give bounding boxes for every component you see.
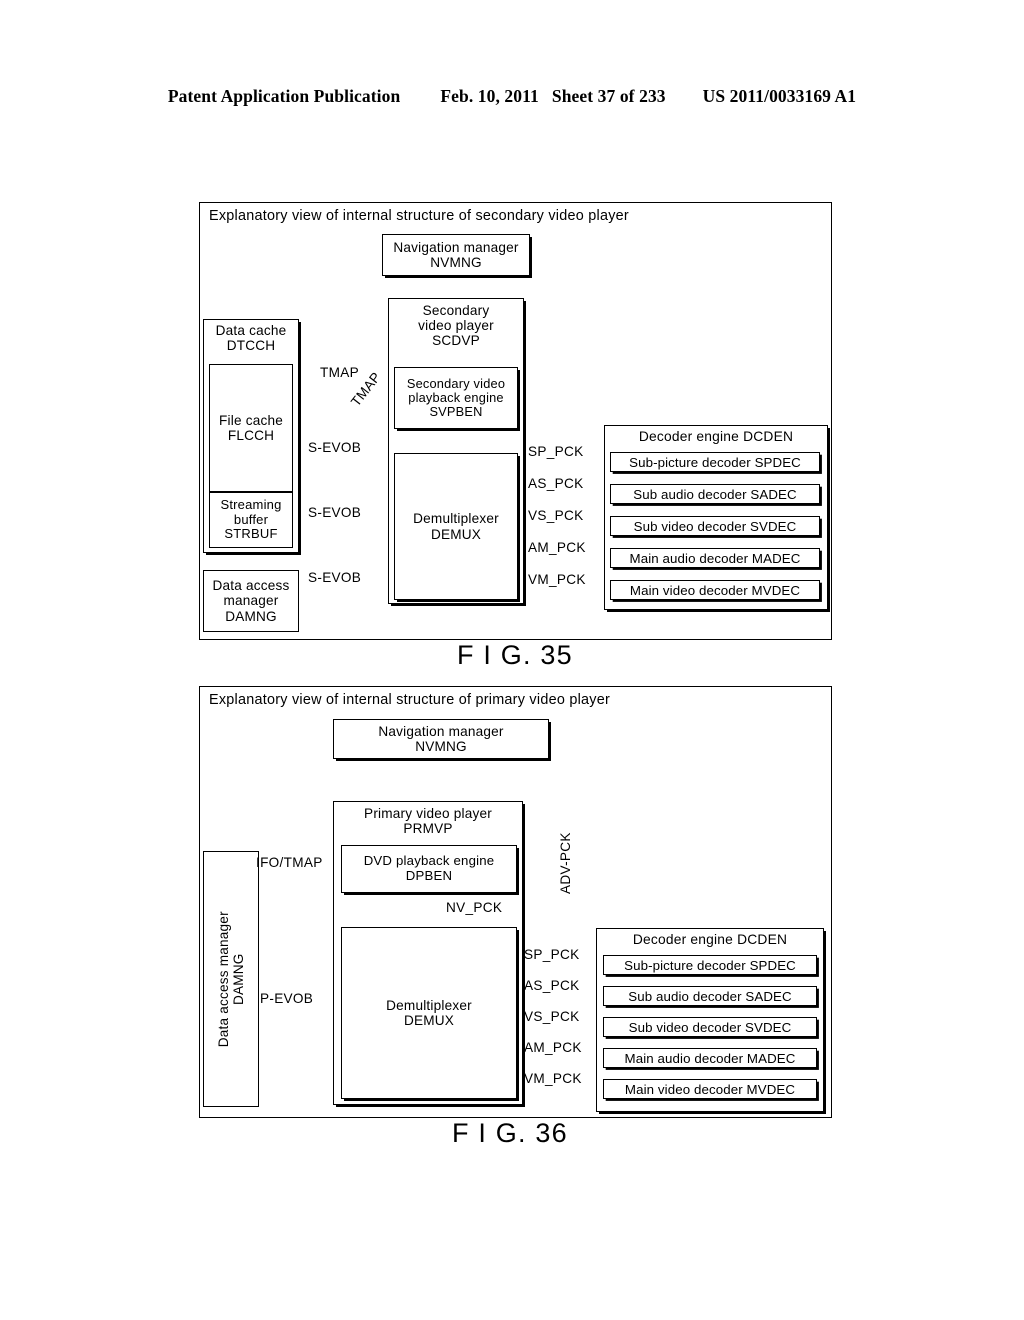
fig35-label-sevob-2: S-EVOB <box>308 505 362 520</box>
header-sheet: Sheet 37 of 233 <box>551 86 666 106</box>
fig35-packet-label: VM_PCK <box>528 572 586 587</box>
fig35-damng-line1: Data access <box>212 578 290 594</box>
fig36-dpben-line1: DVD playback engine <box>363 853 495 869</box>
fig36-demux-line2: DEMUX <box>403 1013 455 1028</box>
fig36-packet-label: AS_PCK <box>524 978 580 993</box>
fig35-scdvp-line2: video player <box>418 318 494 334</box>
fig35-strbuf-line1: Streaming <box>220 497 282 513</box>
figure-35-title: Explanatory view of internal structure o… <box>209 208 629 224</box>
fig35-streaming-buffer-block: Streaming buffer STRBUF <box>209 492 293 548</box>
patent-header: Patent Application Publication Feb. 10, … <box>0 86 1024 112</box>
fig36-prmvp-line2: PRMVP <box>403 821 453 837</box>
fig35-demux-line2: DEMUX <box>430 526 482 542</box>
fig35-scdvp-line1: Secondary <box>422 303 490 318</box>
fig35-packet-label: VS_PCK <box>528 508 584 523</box>
fig36-navigation-manager-block: Navigation manager NVMNG <box>333 719 549 759</box>
figure-36-caption: F I G. 36 <box>452 1118 568 1148</box>
fig36-dpben-line2: DPBEN <box>405 868 453 883</box>
fig36-decoder-row: Sub audio decoder SADEC <box>603 986 817 1006</box>
fig35-decoder-row: Main audio decoder MADEC <box>610 548 820 568</box>
fig35-strbuf-line3: STRBUF <box>224 526 278 542</box>
fig36-packet-label: SP_PCK <box>524 947 580 962</box>
fig35-svpben-line2: playback engine <box>408 389 504 405</box>
fig35-damng-line2: manager <box>223 593 279 609</box>
fig35-decoder-label: Sub video decoder SVDEC <box>633 518 797 534</box>
fig35-decoder-label: Sub-picture decoder SPDEC <box>629 454 801 470</box>
fig36-decoder-label: Sub-picture decoder SPDEC <box>624 957 796 973</box>
fig35-demux-line1: Demultiplexer <box>413 511 499 527</box>
fig35-decoder-row: Sub-picture decoder SPDEC <box>610 452 820 472</box>
fig36-label-p-evob: P-EVOB <box>260 991 314 1006</box>
fig35-decoder-engine-title: Decoder engine DCDEN <box>638 429 794 444</box>
fig36-prmvp-line1: Primary video player <box>364 806 492 821</box>
fig35-demux-block: Demultiplexer DEMUX <box>394 453 518 600</box>
fig36-decoder-label: Sub video decoder SVDEC <box>628 1019 792 1035</box>
fig36-decoder-row: Main audio decoder MADEC <box>603 1048 817 1068</box>
header-publication: Patent Application Publication <box>167 86 401 106</box>
fig36-decoder-engine-title: Decoder engine DCDEN <box>632 932 788 947</box>
fig35-label-sevob-3: S-EVOB <box>308 570 362 585</box>
fig36-dpben-block: DVD playback engine DPBEN <box>341 845 517 893</box>
figure-35-caption: F I G. 35 <box>457 640 573 670</box>
fig36-decoder-label: Main audio decoder MADEC <box>624 1050 796 1066</box>
fig36-decoder-row: Sub-picture decoder SPDEC <box>603 955 817 975</box>
fig36-data-access-manager-block: Data access manager DAMNG <box>203 851 259 1107</box>
fig35-file-cache-line1: File cache <box>219 412 283 428</box>
fig36-nav-manager-line2: NVMNG <box>415 739 467 754</box>
fig35-decoder-row: Sub video decoder SVDEC <box>610 516 820 536</box>
fig36-damng-line2: DAMNG <box>231 953 246 1005</box>
fig35-decoder-label: Main video decoder MVDEC <box>629 582 801 598</box>
fig35-data-cache-line2: DTCCH <box>226 338 276 354</box>
fig35-strbuf-line2: buffer <box>233 511 269 527</box>
fig35-packet-label: AS_PCK <box>528 476 584 491</box>
fig35-decoder-label: Sub audio decoder SADEC <box>633 486 797 502</box>
fig35-file-cache-line2: FLCCH <box>227 428 275 443</box>
fig36-demux-block: Demultiplexer DEMUX <box>341 927 517 1099</box>
fig36-decoder-row: Main video decoder MVDEC <box>603 1079 817 1099</box>
fig36-decoder-label: Sub audio decoder SADEC <box>628 988 792 1004</box>
fig35-svpben-line1: Secondary video <box>406 375 506 391</box>
fig35-packet-label: SP_PCK <box>528 444 584 459</box>
fig35-decoder-label: Main audio decoder MADEC <box>629 550 801 566</box>
fig36-label-ifo-tmap: IFO/TMAP <box>256 855 323 870</box>
fig36-label-adv-pck: ADV-PCK <box>558 832 573 894</box>
fig35-damng-line3: DAMNG <box>225 608 277 624</box>
fig35-decoder-row: Main video decoder MVDEC <box>610 580 820 600</box>
fig35-file-cache-block: File cache FLCCH <box>209 364 293 492</box>
fig36-packet-label: VM_PCK <box>524 1071 582 1086</box>
fig36-label-nv-pck: NV_PCK <box>446 900 503 915</box>
fig35-svpben-block: Secondary video playback engine SVPBEN <box>394 367 518 429</box>
fig35-scdvp-line3: SCDVP <box>432 333 480 349</box>
fig35-nav-manager-line1: Navigation manager <box>393 239 519 255</box>
header-date: Feb. 10, 2011 <box>440 86 539 106</box>
fig36-damng-line1: Data access manager <box>215 910 231 1048</box>
fig36-demux-line1: Demultiplexer <box>386 997 472 1013</box>
fig36-packet-label: AM_PCK <box>524 1040 582 1055</box>
fig35-decoder-row: Sub audio decoder SADEC <box>610 484 820 504</box>
fig36-packet-label: VS_PCK <box>524 1009 580 1024</box>
header-patent-number: US 2011/0033169 A1 <box>702 86 857 106</box>
fig36-nav-manager-line1: Navigation manager <box>378 723 504 739</box>
fig35-label-tmap-top: TMAP <box>320 365 359 380</box>
fig35-data-access-manager-block: Data access manager DAMNG <box>203 570 299 632</box>
fig35-svpben-line3: SVPBEN <box>429 404 483 420</box>
fig35-packet-label: AM_PCK <box>528 540 586 555</box>
fig36-decoder-row: Sub video decoder SVDEC <box>603 1017 817 1037</box>
figure-36-title: Explanatory view of internal structure o… <box>209 692 611 708</box>
fig35-label-sevob-1: S-EVOB <box>308 440 362 455</box>
fig35-nav-manager-line2: NVMNG <box>430 255 482 270</box>
fig35-data-cache-line1: Data cache <box>215 323 287 338</box>
fig36-decoder-label: Main video decoder MVDEC <box>624 1081 796 1097</box>
fig35-navigation-manager-block: Navigation manager NVMNG <box>382 234 530 276</box>
